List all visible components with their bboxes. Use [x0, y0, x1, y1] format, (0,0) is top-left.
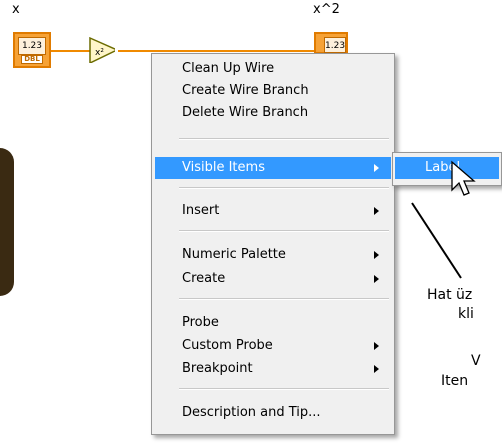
annotation-pointer-line: [411, 202, 462, 279]
annotation-text-line4: Iten: [441, 373, 469, 389]
block-diagram-canvas[interactable]: x 1.23 DBL x² x^2 1.23 Clean Up Wire Cre…: [0, 0, 502, 444]
annotation-text-line2: kli: [458, 306, 474, 322]
annotation-text-line1: Hat üz: [427, 287, 473, 303]
annotation-text-line3: V: [471, 353, 481, 369]
